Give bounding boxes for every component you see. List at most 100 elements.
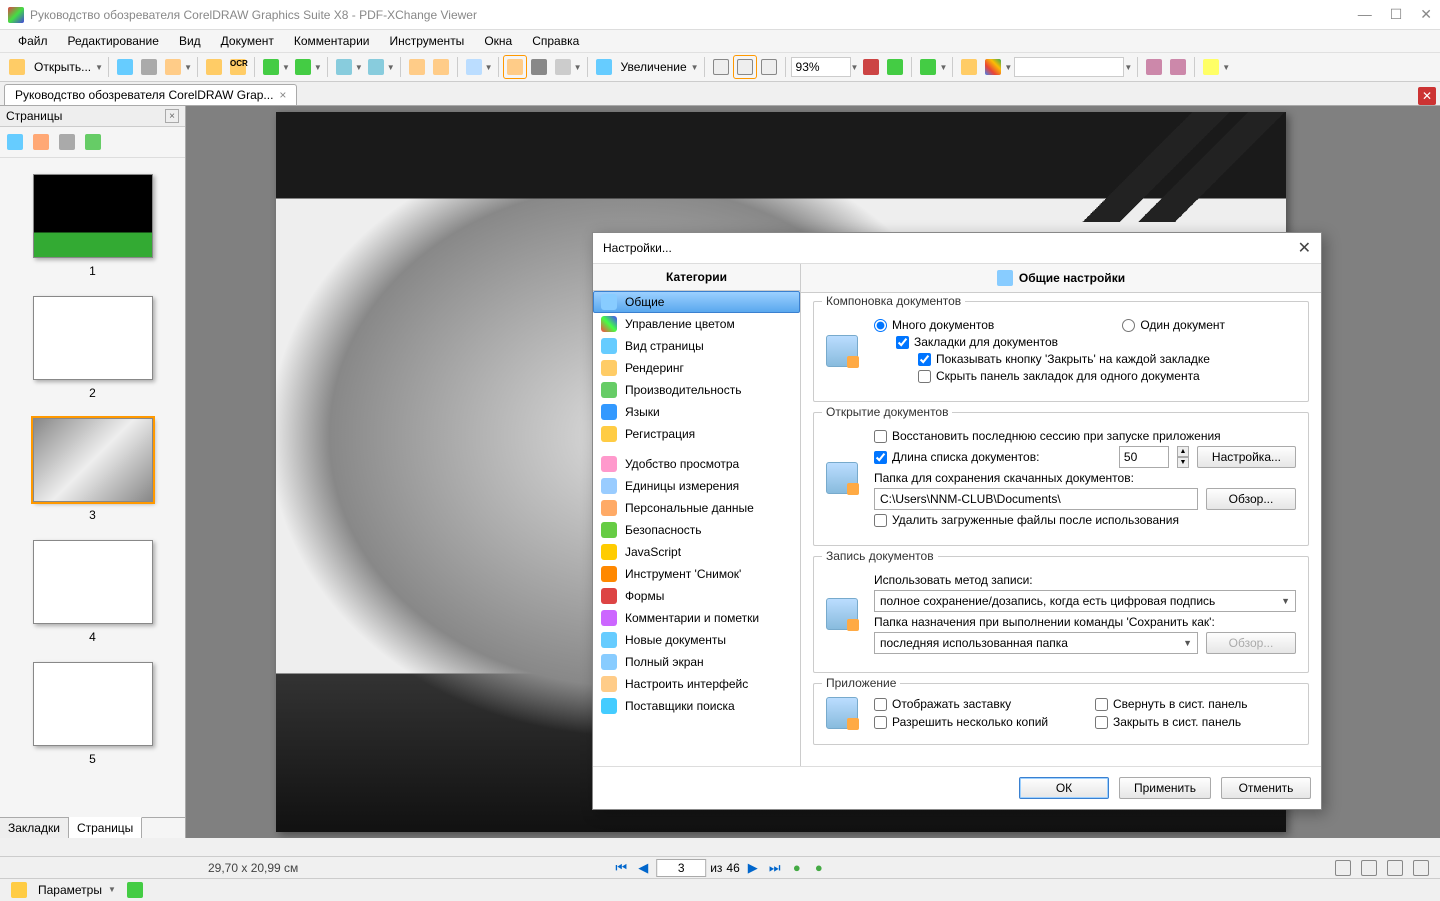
nav-fwd-button[interactable]: ● (810, 859, 828, 877)
thumb-zoomout-button[interactable] (30, 131, 52, 153)
saveas-folder-select[interactable]: последняя использованная папка▼ (874, 632, 1198, 654)
search-web-button[interactable] (982, 56, 1004, 78)
list-length-spinner[interactable]: ▲▼ (1177, 446, 1189, 468)
category-color-management[interactable]: Управление цветом (593, 313, 800, 335)
thumbnail[interactable]: 2 (8, 296, 177, 400)
ocr-button[interactable]: OCR (227, 56, 249, 78)
config-button[interactable]: Настройка... (1197, 446, 1296, 468)
tab-pages[interactable]: Страницы (69, 817, 142, 838)
category-identity[interactable]: Персональные данные (593, 497, 800, 519)
layout-facing-cont-button[interactable] (1410, 857, 1432, 879)
select-tool-button[interactable] (552, 56, 574, 78)
nav-fwd-button[interactable] (292, 56, 314, 78)
links-button[interactable] (958, 56, 980, 78)
close-all-docs-button[interactable]: ✕ (1418, 87, 1436, 105)
copy-button[interactable] (463, 56, 485, 78)
refresh-button[interactable] (124, 879, 146, 901)
thumbnails-list[interactable]: 1 2 3 4 5 (0, 158, 185, 817)
category-javascript[interactable]: JavaScript (593, 541, 800, 563)
categories-list[interactable]: Общие Управление цветом Вид страницы Рен… (593, 291, 800, 766)
redo-button[interactable] (430, 56, 452, 78)
menu-view[interactable]: Вид (171, 32, 209, 50)
zoom-out-button[interactable] (860, 56, 882, 78)
check-hide-bar[interactable]: Скрыть панель закладок для одного докуме… (918, 369, 1200, 383)
params-button[interactable]: Параметры (38, 883, 102, 897)
launch-button[interactable] (917, 56, 939, 78)
save-method-select[interactable]: полное сохранение/дозапись, когда есть ц… (874, 590, 1296, 612)
dialog-close-button[interactable]: ✕ (1298, 238, 1311, 258)
open-label[interactable]: Открыть... (30, 60, 95, 74)
layout-facing-button[interactable] (1384, 857, 1406, 879)
hand-tool-button[interactable] (504, 56, 526, 78)
category-comments[interactable]: Комментарии и пометки (593, 607, 800, 629)
menu-file[interactable]: Файл (10, 32, 56, 50)
category-search-providers[interactable]: Поставщики поиска (593, 695, 800, 717)
thumbnail[interactable]: 5 (8, 662, 177, 766)
menu-document[interactable]: Документ (213, 32, 282, 50)
menu-help[interactable]: Справка (524, 32, 587, 50)
maximize-button[interactable]: ☐ (1390, 6, 1403, 23)
check-multi-instance[interactable]: Разрешить несколько копий (874, 715, 1075, 729)
document-tab-close[interactable]: × (279, 88, 286, 102)
category-snapshot[interactable]: Инструмент 'Снимок' (593, 563, 800, 585)
menu-edit[interactable]: Редактирование (60, 32, 167, 50)
thumbnail[interactable]: 1 (8, 174, 177, 278)
category-rendering[interactable]: Рендеринг (593, 357, 800, 379)
thumbnail[interactable]: 4 (8, 540, 177, 644)
highlight-button[interactable] (1200, 56, 1222, 78)
check-restore-session[interactable]: Восстановить последнюю сессию при запуск… (874, 429, 1221, 443)
radio-multi-docs[interactable]: Много документов (874, 318, 994, 332)
layout-single-button[interactable] (1332, 857, 1354, 879)
browse-button[interactable]: Обзор... (1206, 488, 1296, 510)
cancel-button[interactable]: Отменить (1221, 777, 1311, 799)
apply-button[interactable]: Применить (1119, 777, 1211, 799)
undo-button[interactable] (406, 56, 428, 78)
mail-button[interactable] (162, 56, 184, 78)
save-folder-input[interactable] (874, 488, 1198, 510)
fit-width-button[interactable] (758, 56, 780, 78)
category-forms[interactable]: Формы (593, 585, 800, 607)
next-page-button[interactable]: ▶ (744, 859, 762, 877)
document-tab[interactable]: Руководство обозревателя CorelDRAW Grap.… (4, 84, 297, 105)
check-doc-tabs[interactable]: Закладки для документов (896, 335, 1058, 349)
actual-size-button[interactable] (710, 56, 732, 78)
category-accessibility[interactable]: Удобство просмотра (593, 453, 800, 475)
thumbnail[interactable]: 3 (8, 418, 177, 522)
menu-tools[interactable]: Инструменты (381, 32, 472, 50)
close-button[interactable]: ✕ (1420, 6, 1432, 23)
category-units[interactable]: Единицы измерения (593, 475, 800, 497)
zoom-tool-button[interactable] (593, 56, 615, 78)
open-dropdown[interactable]: ▼ (95, 63, 103, 72)
zoom-label[interactable]: Увеличение (617, 60, 691, 74)
tab-bookmarks[interactable]: Закладки (0, 818, 69, 838)
check-splash[interactable]: Отображать заставку (874, 697, 1075, 711)
menu-windows[interactable]: Окна (476, 32, 520, 50)
rotate-ccw-button[interactable] (333, 56, 355, 78)
category-security[interactable]: Безопасность (593, 519, 800, 541)
menu-comments[interactable]: Комментарии (286, 32, 378, 50)
list-length-input[interactable] (1119, 446, 1169, 468)
category-page-view[interactable]: Вид страницы (593, 335, 800, 357)
category-fullscreen[interactable]: Полный экран (593, 651, 800, 673)
check-min-tray[interactable]: Свернуть в сист. панель (1095, 697, 1296, 711)
rotate-cw-button[interactable] (365, 56, 387, 78)
check-delete-after[interactable]: Удалить загруженные файлы после использо… (874, 513, 1179, 527)
search-input[interactable] (1014, 57, 1124, 77)
nav-back-button[interactable]: ● (788, 859, 806, 877)
category-general[interactable]: Общие (593, 291, 800, 313)
fit-page-button[interactable] (734, 56, 756, 78)
check-close-tray[interactable]: Закрыть в сист. панель (1095, 715, 1296, 729)
thumb-options-button[interactable] (82, 131, 104, 153)
pages-panel-close[interactable]: × (165, 109, 179, 123)
stamp2-button[interactable] (1167, 56, 1189, 78)
category-customize-ui[interactable]: Настроить интерфейс (593, 673, 800, 695)
stamp-button[interactable] (1143, 56, 1165, 78)
layout-continuous-button[interactable] (1358, 857, 1380, 879)
prev-page-button[interactable]: ◀ (634, 859, 652, 877)
thumb-zoomin-button[interactable] (4, 131, 26, 153)
print-button[interactable] (138, 56, 160, 78)
nav-back-button[interactable] (260, 56, 282, 78)
radio-single-doc[interactable]: Один документ (1122, 318, 1225, 332)
last-page-button[interactable]: ⏭ (766, 859, 784, 877)
bookmark-button[interactable] (8, 879, 30, 901)
